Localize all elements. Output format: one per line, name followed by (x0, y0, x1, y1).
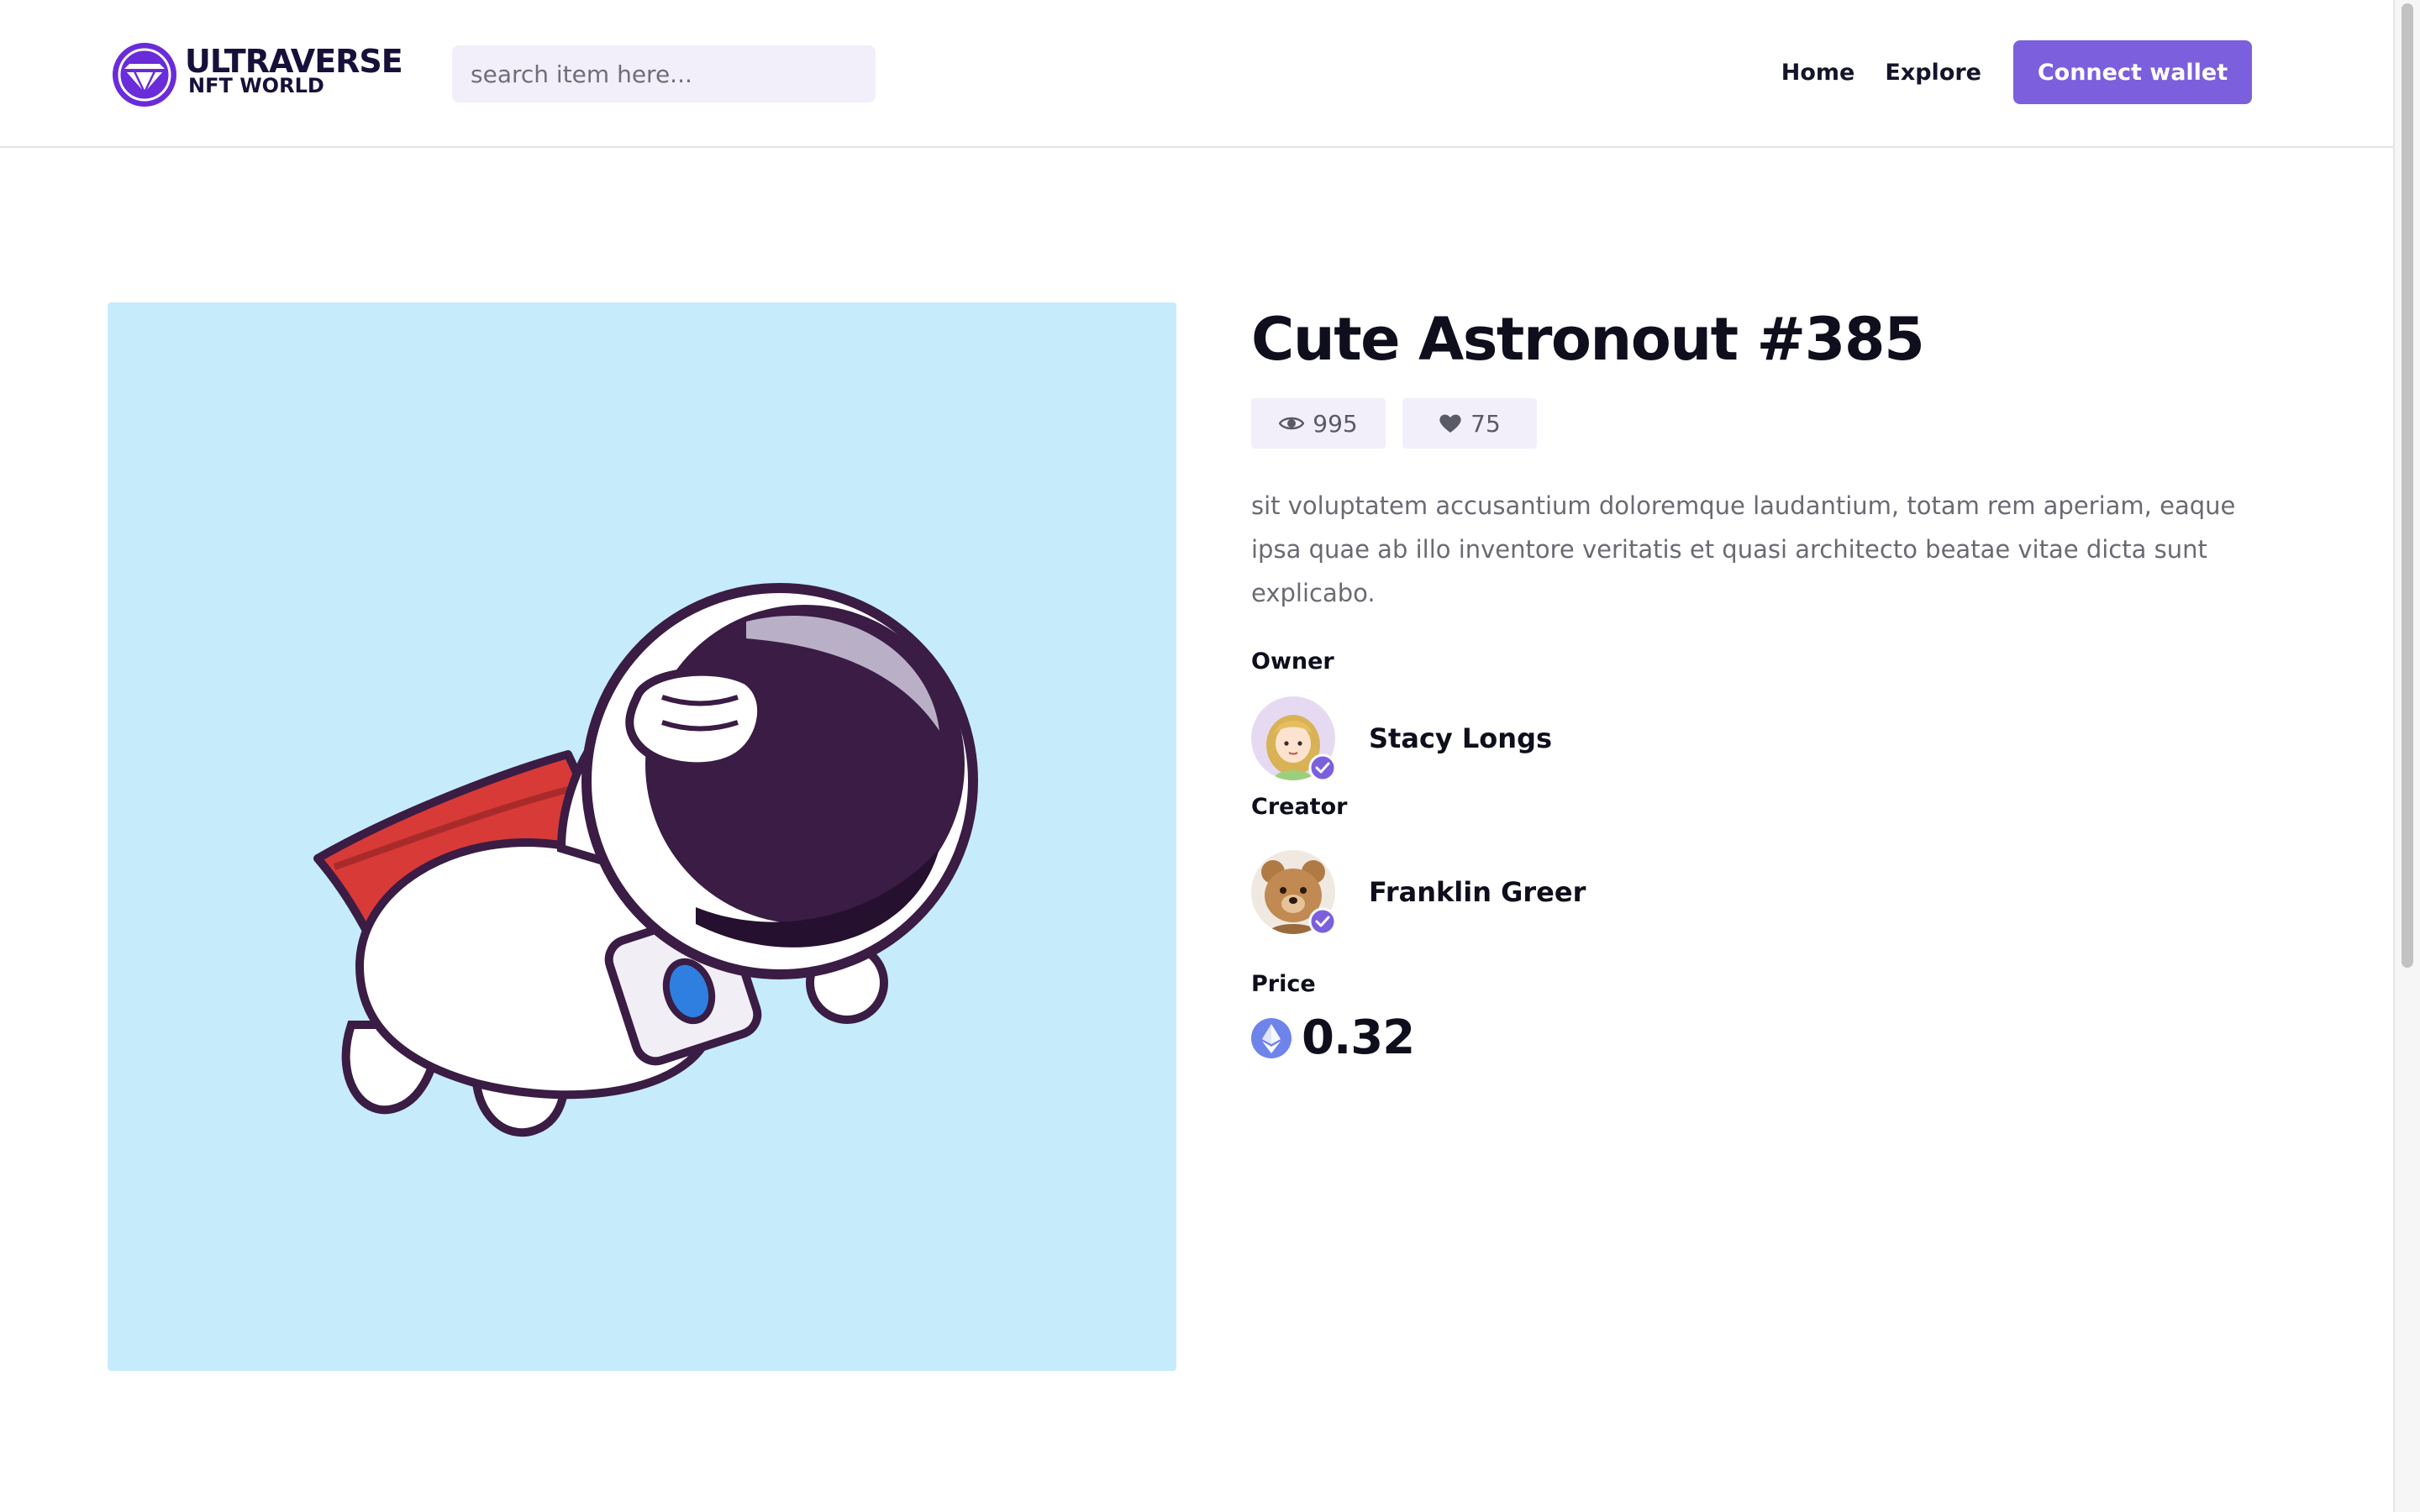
creator-card[interactable]: Franklin Greer (1251, 850, 2260, 936)
brand-logo-link[interactable]: ULTRAVERSE NFT WORLD (108, 40, 410, 109)
item-stats: 995 75 (1251, 398, 2260, 449)
owner-card[interactable]: Stacy Longs (1251, 696, 2260, 782)
nav-explore-link[interactable]: Explore (1885, 60, 1981, 86)
creator-label: Creator (1251, 794, 1348, 820)
price-value: 0.32 (1302, 1011, 1415, 1065)
search-input[interactable] (452, 45, 876, 102)
nft-artwork (108, 302, 1176, 1371)
item-details: Cute Astronout #385 995 75 sit voluptate… (1251, 299, 2260, 1065)
astronaut-illustration (313, 583, 978, 1137)
diamond-icon (113, 43, 176, 107)
owner-avatar (1251, 696, 1337, 782)
page-scrollbar[interactable] (2393, 0, 2420, 1512)
price-label: Price (1251, 971, 1316, 997)
owner-label: Owner (1251, 648, 1334, 675)
brand-name: ULTRAVERSE (185, 43, 403, 80)
main-nav: Home Explore Connect wallet (1781, 40, 2252, 104)
connect-wallet-button[interactable]: Connect wallet (2013, 40, 2252, 104)
brand-text: ULTRAVERSE NFT WORLD (185, 43, 403, 96)
ethereum-icon (1251, 1017, 1292, 1058)
views-count: 995 (1313, 409, 1358, 438)
likes-count: 75 (1470, 409, 1501, 438)
price-row: 0.32 (1251, 1011, 2260, 1065)
creator-name: Franklin Greer (1369, 876, 1586, 908)
creator-avatar (1251, 850, 1337, 936)
owner-name: Stacy Longs (1369, 722, 1553, 754)
verified-badge-icon (1308, 907, 1337, 936)
views-chip: 995 (1251, 398, 1386, 449)
heart-icon (1439, 414, 1461, 433)
top-header: ULTRAVERSE NFT WORLD Home Explore Connec… (0, 0, 2393, 148)
verified-badge-icon (1308, 753, 1337, 782)
app-root: ULTRAVERSE NFT WORLD Home Explore Connec… (0, 0, 2393, 1512)
likes-chip[interactable]: 75 (1402, 398, 1537, 449)
scrollbar-thumb[interactable] (2402, 3, 2413, 968)
item-description: sit voluptatem accusantium doloremque la… (1251, 491, 2236, 607)
nav-home-link[interactable]: Home (1781, 60, 1855, 86)
eye-icon (1279, 417, 1305, 430)
item-title: Cute Astronout #385 (1251, 305, 1925, 374)
